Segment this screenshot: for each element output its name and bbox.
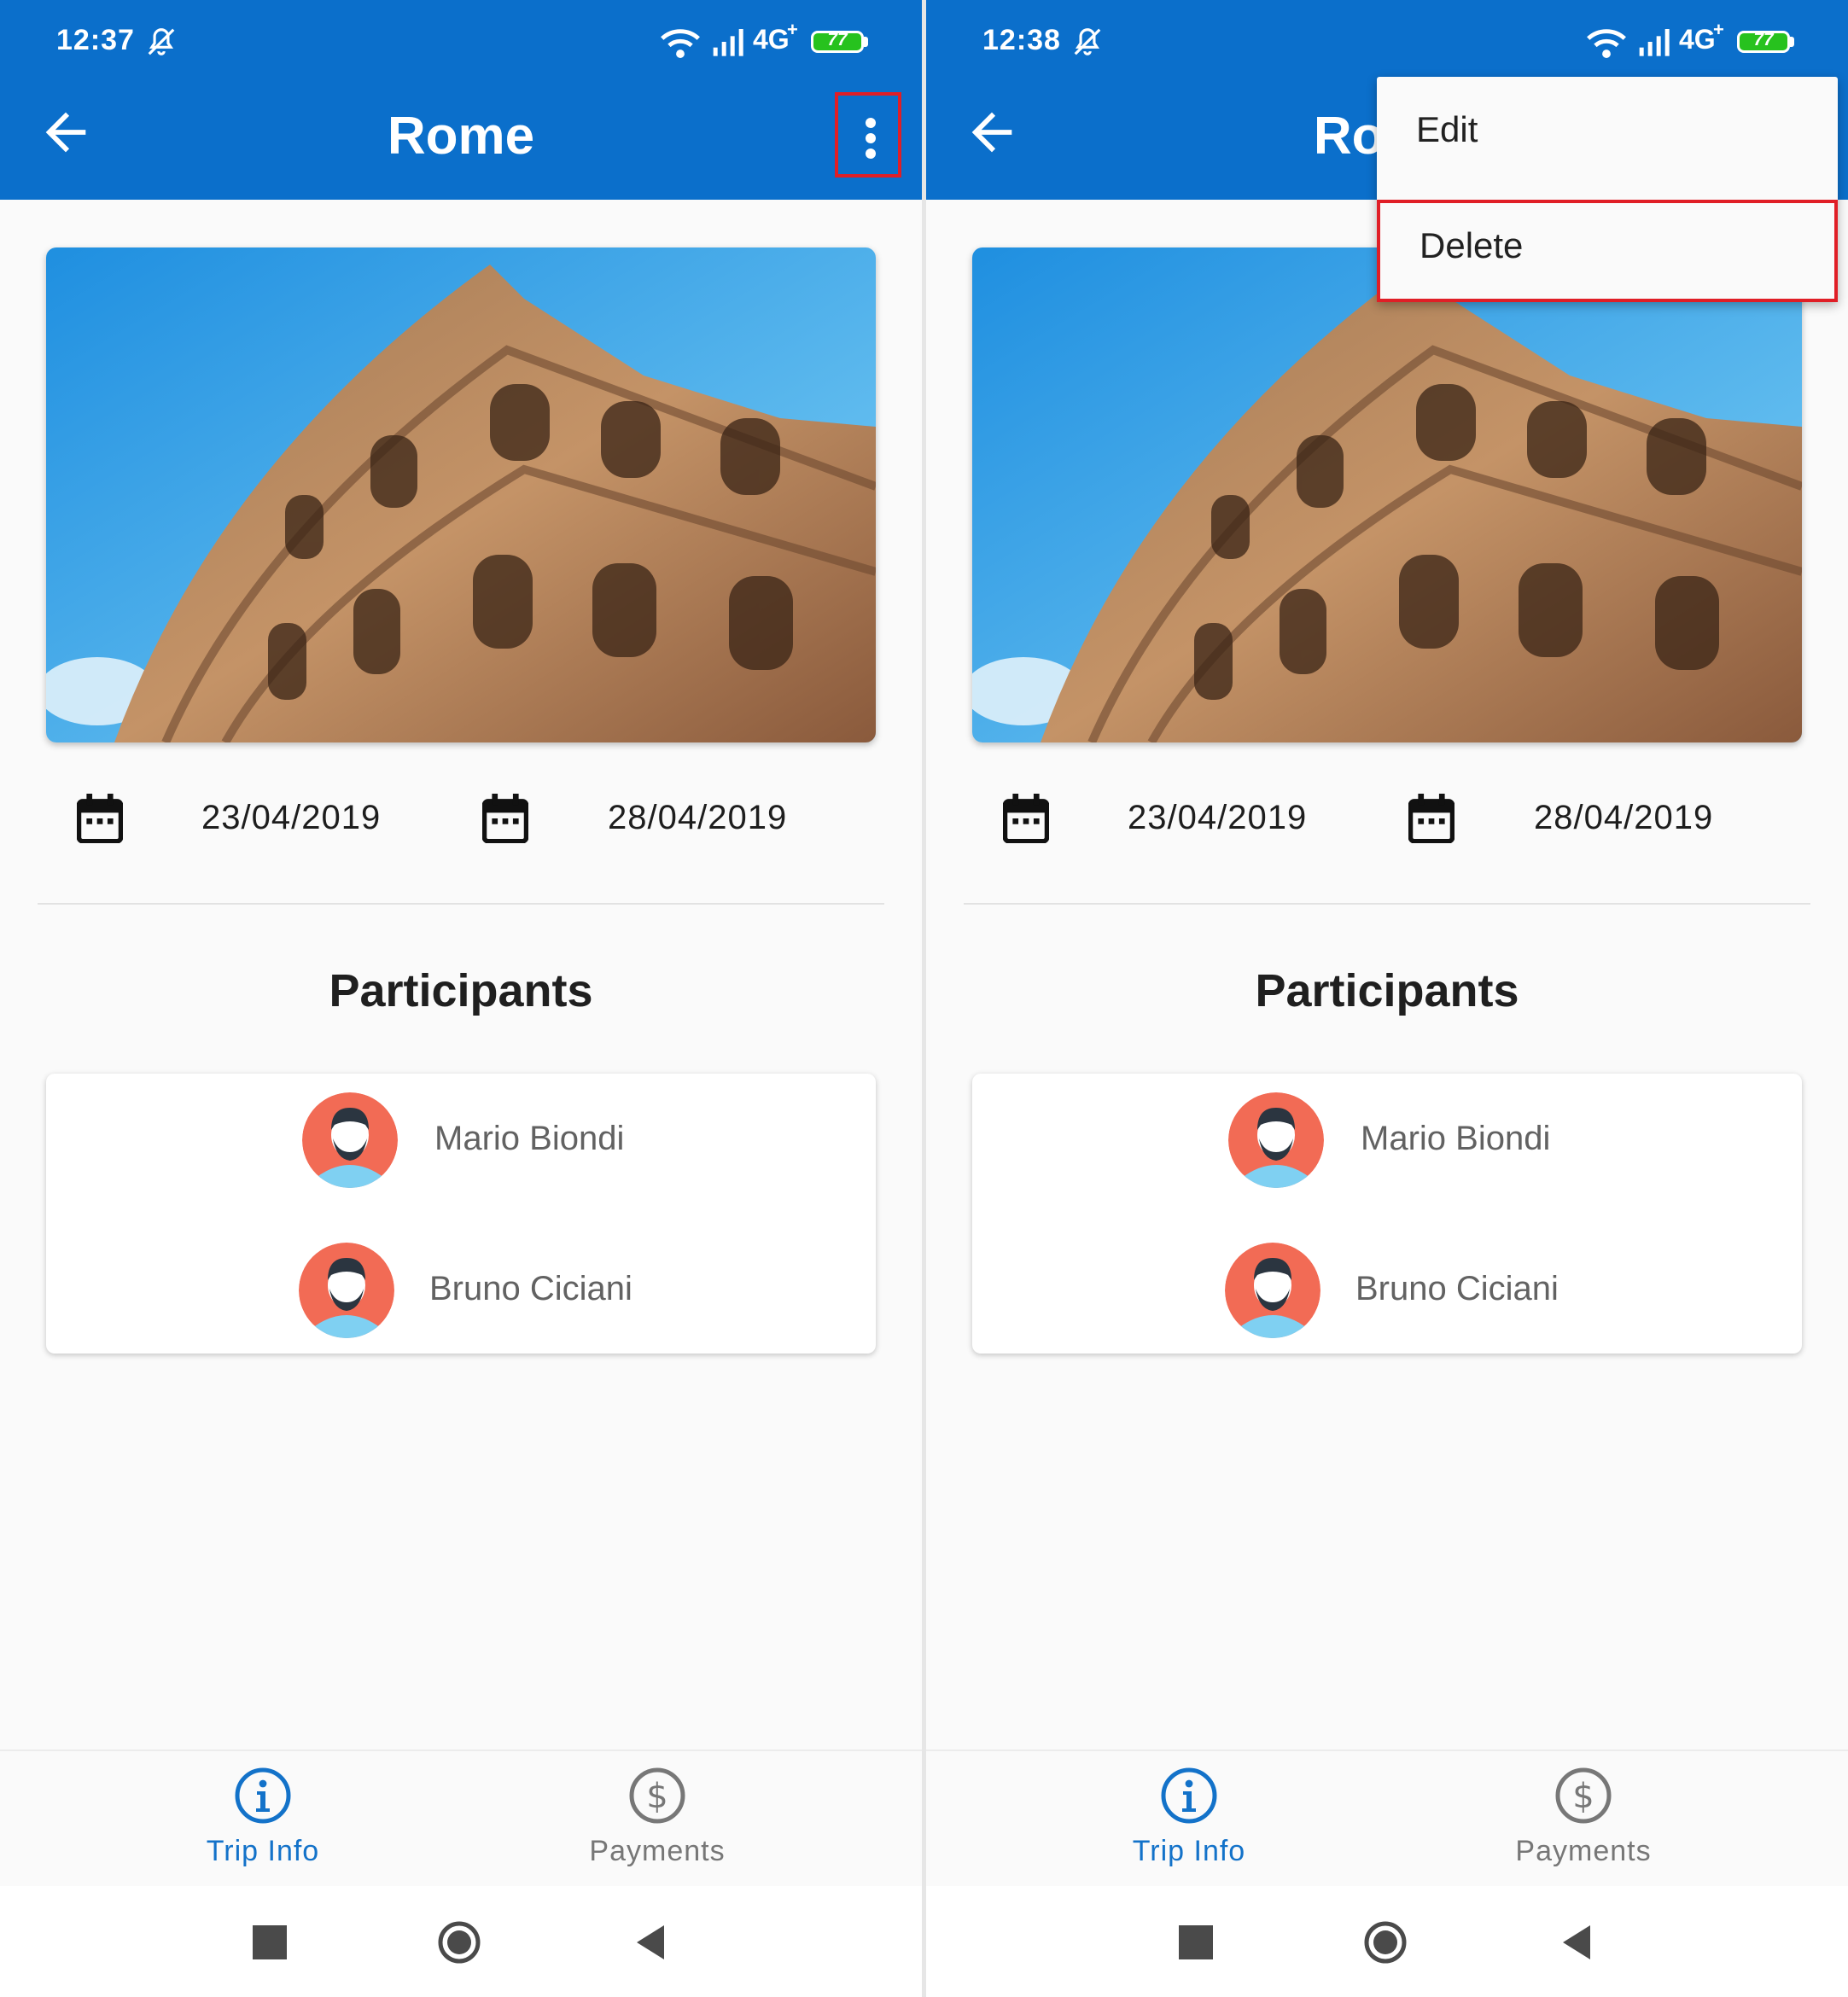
start-date: 23/04/2019 (201, 799, 382, 836)
network-plus: + (787, 19, 798, 40)
battery-level: 77 (827, 30, 848, 49)
battery-tip (864, 37, 868, 47)
tab-payments[interactable]: $ Payments (1455, 1767, 1711, 1878)
system-nav-bar (0, 1886, 922, 1997)
tab-trip-info-label: Trip Info (1132, 1835, 1246, 1867)
info-icon (1161, 1767, 1217, 1824)
square-icon[interactable] (1174, 1920, 1218, 1965)
network-type: 4G (1679, 24, 1716, 55)
dollar-icon: $ (629, 1767, 685, 1824)
signal-icon (713, 29, 743, 56)
info-icon (235, 1767, 291, 1824)
triangle-back-icon[interactable] (628, 1920, 673, 1965)
page-title: Rome (387, 107, 535, 166)
signal-icon (1639, 29, 1670, 56)
tab-trip-info[interactable]: Trip Info (1061, 1767, 1317, 1878)
battery-icon: 77 (811, 30, 864, 53)
calendar-icon (1003, 794, 1049, 843)
avatar (1225, 1243, 1320, 1338)
participants-heading: Participants (329, 965, 593, 1016)
network-plus: + (1713, 19, 1724, 40)
tab-trip-info-label: Trip Info (206, 1835, 320, 1867)
status-time: 12:37 (56, 24, 135, 56)
svg-text:$: $ (1572, 1777, 1594, 1816)
participants-heading: Participants (1255, 965, 1519, 1016)
tab-trip-info[interactable]: Trip Info (135, 1767, 391, 1878)
mute-icon (1074, 28, 1101, 55)
tab-payments-label: Payments (1515, 1835, 1652, 1867)
circle-icon[interactable] (1363, 1920, 1408, 1965)
dollar-icon: $ (1555, 1767, 1612, 1824)
participant-name: Mario Biondi (1361, 1120, 1551, 1157)
more-vert-icon (866, 118, 876, 159)
trip-photo (46, 247, 876, 742)
menu-item-edit[interactable]: Edit (1377, 84, 1838, 186)
avatar (1228, 1092, 1324, 1188)
divider (38, 903, 884, 905)
trip-photo (972, 247, 1802, 742)
circle-icon[interactable] (437, 1920, 481, 1965)
end-date: 28/04/2019 (1534, 799, 1714, 836)
bottom-navigation: Trip Info $ Payments (926, 1750, 1848, 1888)
battery-tip (1790, 37, 1794, 47)
calendar-icon (1408, 794, 1454, 843)
wifi-icon (1587, 29, 1626, 58)
network-type: 4G (753, 24, 790, 55)
wifi-icon (661, 29, 700, 58)
battery-level: 77 (1753, 30, 1774, 49)
svg-text:$: $ (646, 1777, 667, 1816)
mute-icon (148, 28, 175, 55)
participant-name: Bruno Ciciani (429, 1270, 633, 1307)
triangle-back-icon[interactable] (1554, 1920, 1599, 1965)
menu-item-delete-label: Delete (1420, 225, 1524, 265)
battery-icon: 77 (1737, 30, 1790, 53)
status-time: 12:38 (982, 24, 1061, 56)
overflow-menu: Edit Delete (1377, 77, 1838, 302)
participant-name: Bruno Ciciani (1355, 1270, 1559, 1307)
end-date: 28/04/2019 (608, 799, 788, 836)
tab-payments[interactable]: $ Payments (529, 1767, 785, 1878)
screen-trip-details-1: 12:37 4G + 77 Rome 23/04/2019 28/04/2019… (0, 0, 922, 1997)
system-nav-bar (926, 1886, 1848, 1997)
bottom-navigation: Trip Info $ Payments (0, 1750, 922, 1888)
screen-trip-details-2: 12:38 4G + 77 Rome (926, 0, 1848, 1997)
more-options-button[interactable] (835, 92, 901, 178)
square-icon[interactable] (248, 1920, 292, 1965)
menu-item-delete[interactable]: Delete (1377, 200, 1838, 302)
participants-card: Mario Biondi Bruno Ciciani (972, 1074, 1802, 1354)
participant-name: Mario Biondi (434, 1120, 625, 1157)
start-date: 23/04/2019 (1128, 799, 1308, 836)
tab-payments-label: Payments (589, 1835, 726, 1867)
divider (964, 903, 1810, 905)
calendar-icon (77, 794, 123, 843)
avatar (302, 1092, 398, 1188)
app-bar: 12:37 4G + 77 Rome (0, 0, 922, 200)
calendar-icon (482, 794, 528, 843)
avatar (299, 1243, 394, 1338)
participants-card: Mario Biondi Bruno Ciciani (46, 1074, 876, 1354)
menu-item-edit-label: Edit (1416, 109, 1478, 149)
